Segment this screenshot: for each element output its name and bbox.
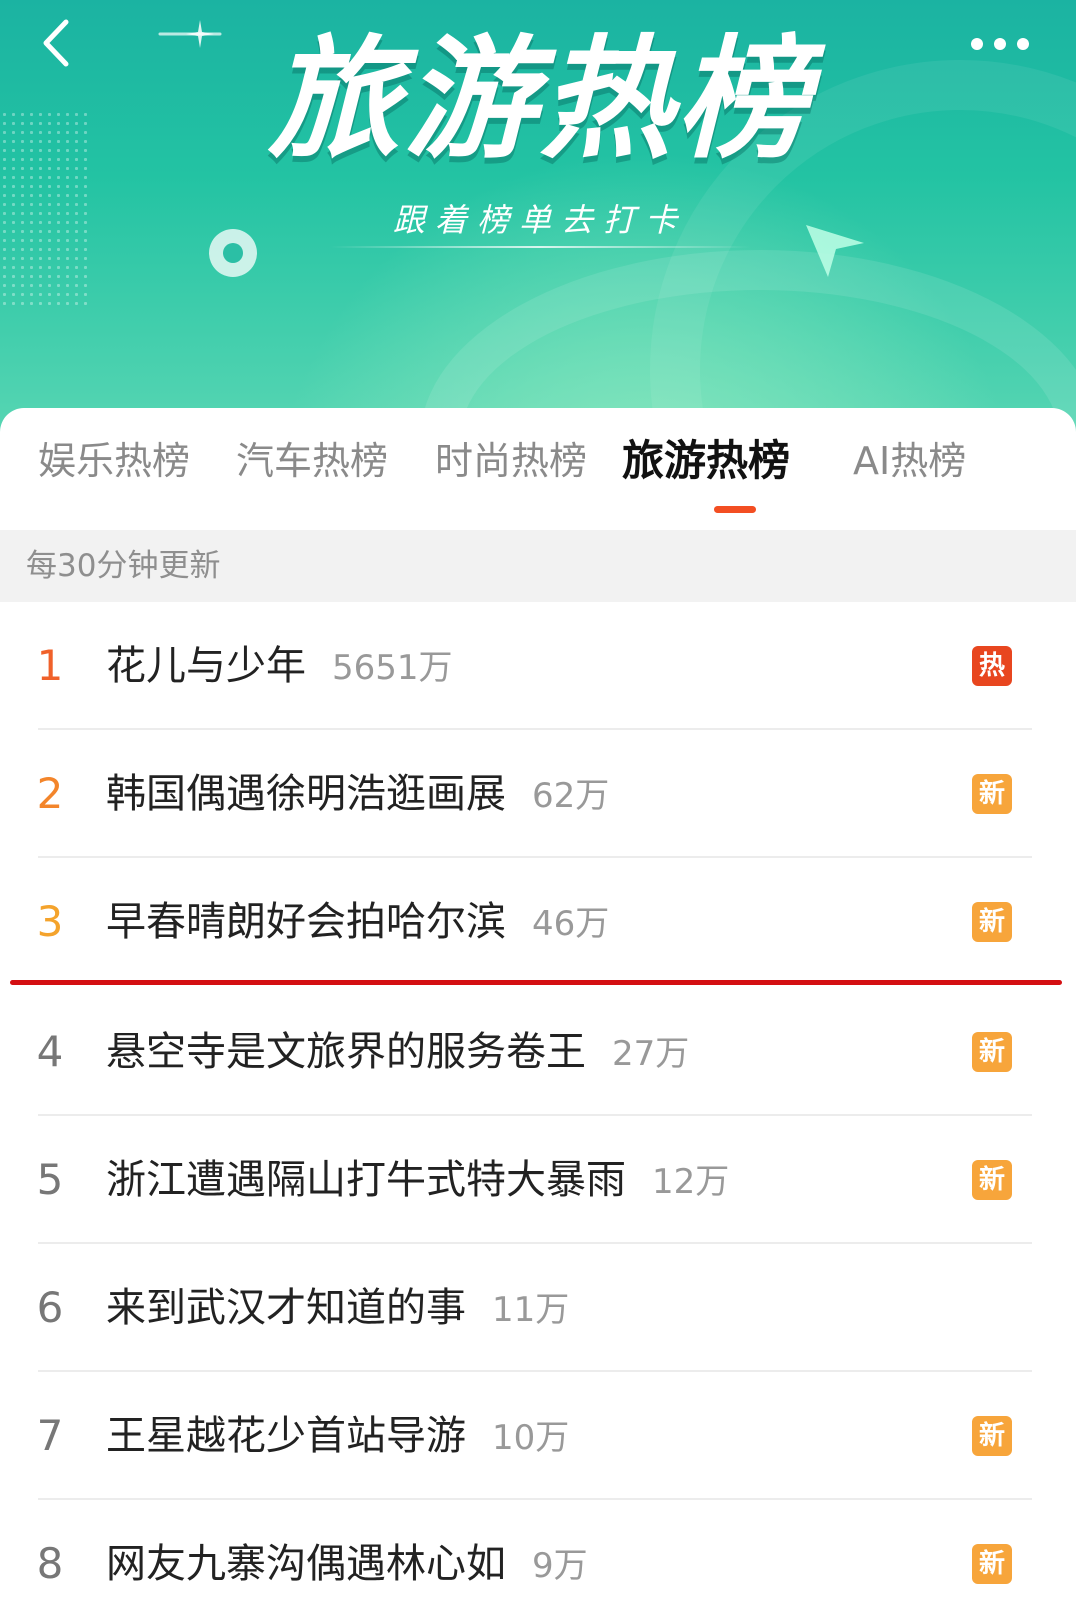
- decorative-dots: [0, 110, 90, 310]
- item-count: 62万: [532, 776, 610, 816]
- item-title: 花儿与少年 5651万: [106, 602, 453, 732]
- location-pin-icon: [209, 229, 257, 277]
- more-options-button[interactable]: [960, 24, 1040, 64]
- item-count: 12万: [652, 1162, 730, 1202]
- update-notice-text: 每30分钟更新: [26, 548, 221, 584]
- item-count: 46万: [532, 904, 610, 944]
- item-count: 5651万: [332, 648, 453, 688]
- item-title-text: 王星越花少首站导游: [106, 1413, 466, 1459]
- list-item[interactable]: 4 悬空寺是文旅界的服务卷王 27万 新: [0, 988, 1076, 1116]
- page: 旅游热榜 跟着榜单去打卡 娱乐热榜 汽车热榜 时尚热榜 旅游热榜 AI热榜 每3…: [0, 0, 1076, 1616]
- item-title: 早春晴朗好会拍哈尔滨 46万: [106, 858, 609, 988]
- list-item[interactable]: 8 网友九寨沟偶遇林心如 9万 新: [0, 1500, 1076, 1616]
- rank-number: 3: [36, 897, 64, 946]
- item-title-text: 韩国偶遇徐明浩逛画展: [106, 771, 506, 817]
- list-item[interactable]: 7 王星越花少首站导游 10万 新: [0, 1372, 1076, 1500]
- new-badge: 新: [972, 1160, 1012, 1200]
- back-button[interactable]: [30, 18, 80, 68]
- rank-number: 8: [36, 1539, 64, 1588]
- item-title-text: 早春晴朗好会拍哈尔滨: [106, 899, 506, 945]
- list-item[interactable]: 1 花儿与少年 5651万 热: [0, 602, 1076, 730]
- new-badge: 新: [972, 902, 1012, 942]
- list-item[interactable]: 2 韩国偶遇徐明浩逛画展 62万 新: [0, 730, 1076, 858]
- hot-badge: 热: [972, 646, 1012, 686]
- item-title: 韩国偶遇徐明浩逛画展 62万: [106, 730, 609, 860]
- rank-number: 2: [36, 769, 64, 818]
- active-tab-indicator: [714, 506, 756, 513]
- more-icon: [971, 38, 1029, 50]
- tab-travel[interactable]: 旅游热榜: [622, 428, 790, 494]
- rank-number: 6: [36, 1283, 64, 1332]
- rank-number: 7: [36, 1411, 64, 1460]
- subtitle-underline: [330, 246, 750, 248]
- item-title-text: 网友九寨沟偶遇林心如: [106, 1541, 506, 1587]
- item-title-text: 浙江遭遇隔山打牛式特大暴雨: [106, 1157, 626, 1203]
- new-badge: 新: [972, 1544, 1012, 1584]
- item-count: 11万: [492, 1290, 570, 1330]
- update-notice: 每30分钟更新: [0, 530, 1076, 602]
- banner-subtitle: 跟着榜单去打卡: [392, 201, 687, 239]
- item-count: 10万: [492, 1418, 570, 1458]
- new-badge: 新: [972, 774, 1012, 814]
- rank-number: 4: [36, 1027, 64, 1076]
- list-item[interactable]: 3 早春晴朗好会拍哈尔滨 46万 新: [0, 858, 1076, 986]
- list-item[interactable]: 6 来到武汉才知道的事 11万: [0, 1244, 1076, 1372]
- rank-number: 1: [36, 641, 64, 690]
- item-title: 浙江遭遇隔山打牛式特大暴雨 12万: [106, 1116, 729, 1246]
- highlight-cutoff-line: [10, 980, 1062, 985]
- banner-title: 旅游热榜: [268, 23, 812, 177]
- item-title: 王星越花少首站导游 10万: [106, 1372, 569, 1502]
- item-title-text: 来到武汉才知道的事: [106, 1285, 466, 1331]
- tab-entertainment[interactable]: 娱乐热榜: [38, 428, 190, 494]
- item-title: 来到武汉才知道的事 11万: [106, 1244, 569, 1374]
- tab-ai[interactable]: AI热榜: [853, 428, 966, 494]
- item-title-text: 悬空寺是文旅界的服务卷王: [106, 1029, 586, 1075]
- category-tabs: 娱乐热榜 汽车热榜 时尚热榜 旅游热榜 AI热榜: [0, 408, 1076, 528]
- tab-auto[interactable]: 汽车热榜: [236, 428, 388, 494]
- new-badge: 新: [972, 1416, 1012, 1456]
- header-banner: 旅游热榜 跟着榜单去打卡: [0, 0, 1076, 440]
- item-count: 27万: [612, 1034, 690, 1074]
- tab-fashion[interactable]: 时尚热榜: [435, 428, 587, 494]
- chevron-left-icon: [43, 19, 69, 67]
- item-title: 网友九寨沟偶遇林心如 9万: [106, 1500, 588, 1616]
- item-title: 悬空寺是文旅界的服务卷王 27万: [106, 988, 689, 1118]
- navigation-arrow-icon: [806, 225, 864, 277]
- list-item[interactable]: 5 浙江遭遇隔山打牛式特大暴雨 12万 新: [0, 1116, 1076, 1244]
- new-badge: 新: [972, 1032, 1012, 1072]
- item-count: 9万: [532, 1546, 588, 1586]
- item-title-text: 花儿与少年: [106, 643, 306, 689]
- rank-number: 5: [36, 1155, 64, 1204]
